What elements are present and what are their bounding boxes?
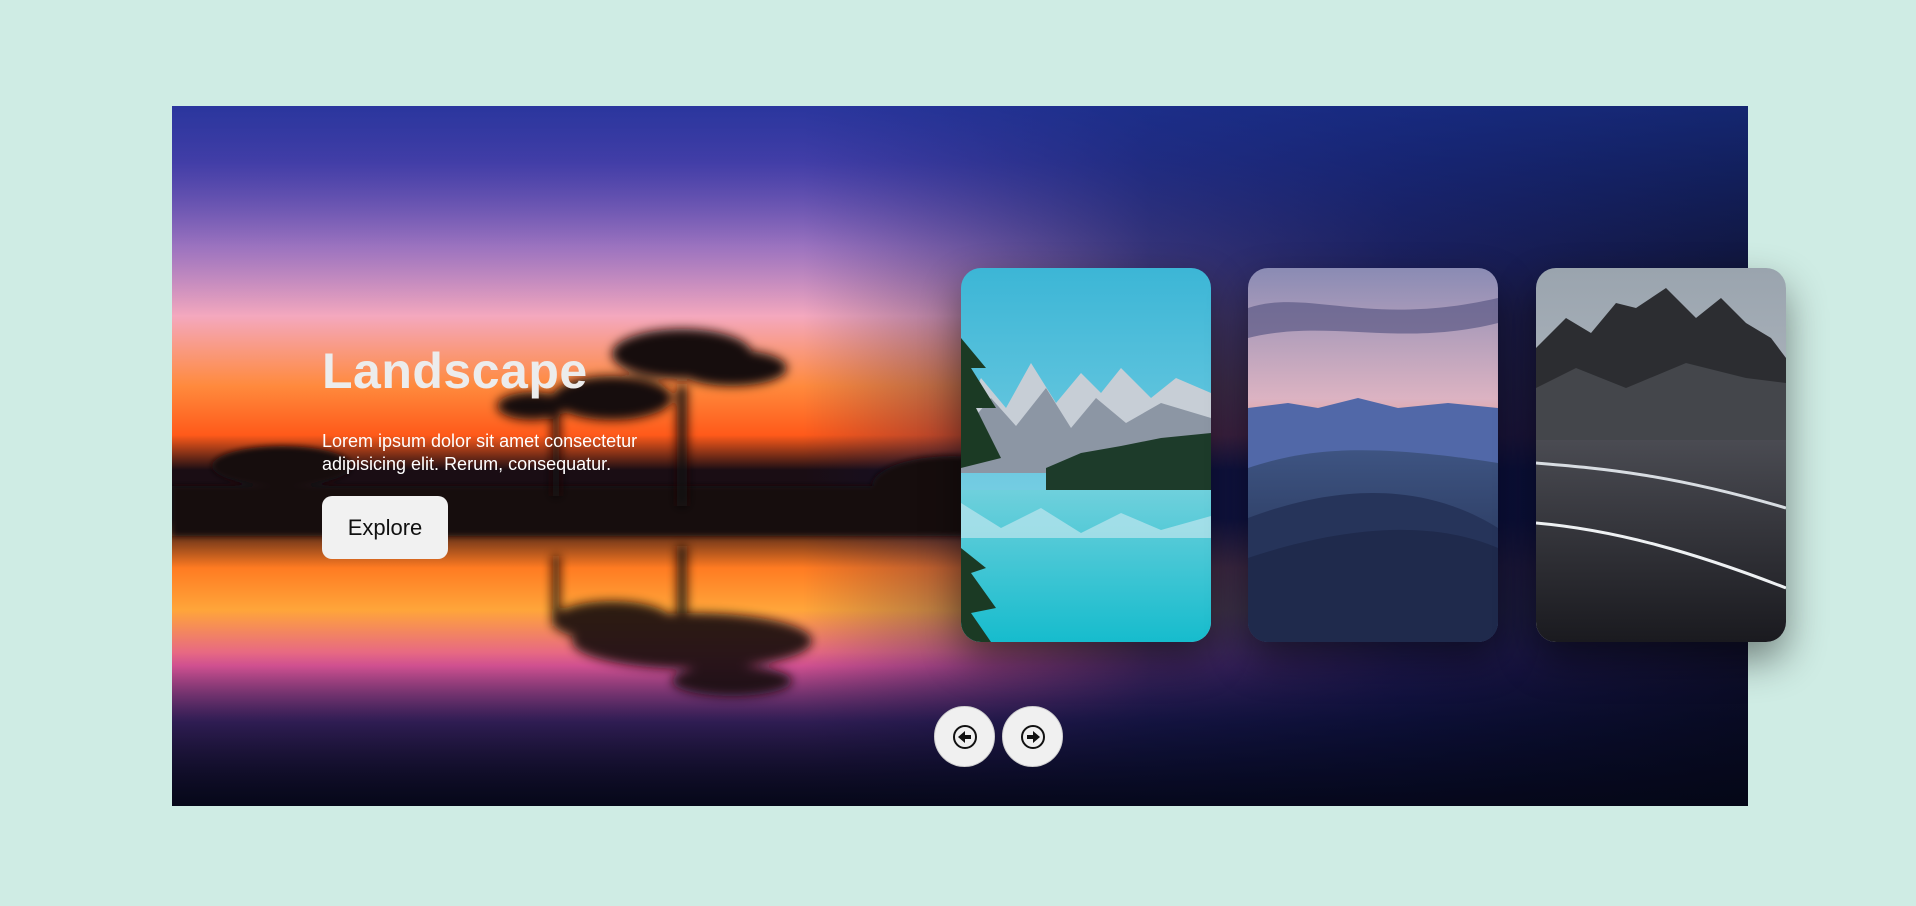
prev-button[interactable] bbox=[934, 706, 995, 767]
desert-dunes-thumbnail[interactable] bbox=[1248, 268, 1498, 642]
next-button[interactable] bbox=[1002, 706, 1063, 767]
slider-navigation bbox=[934, 706, 1063, 767]
mountain-lake-thumbnail[interactable] bbox=[961, 268, 1211, 642]
black-sand-beach-thumbnail[interactable] bbox=[1536, 268, 1786, 642]
arrow-left-circle-icon bbox=[952, 724, 977, 749]
hero-title: Landscape bbox=[322, 343, 588, 399]
arrow-right-circle-icon bbox=[1020, 724, 1045, 749]
landscape-slider: Landscape Lorem ipsum dolor sit amet con… bbox=[172, 106, 1786, 806]
hero-description: Lorem ipsum dolor sit amet consectetur a… bbox=[322, 431, 638, 474]
explore-button[interactable]: Explore bbox=[322, 496, 448, 559]
hero-content: Landscape Lorem ipsum dolor sit amet con… bbox=[322, 346, 682, 559]
